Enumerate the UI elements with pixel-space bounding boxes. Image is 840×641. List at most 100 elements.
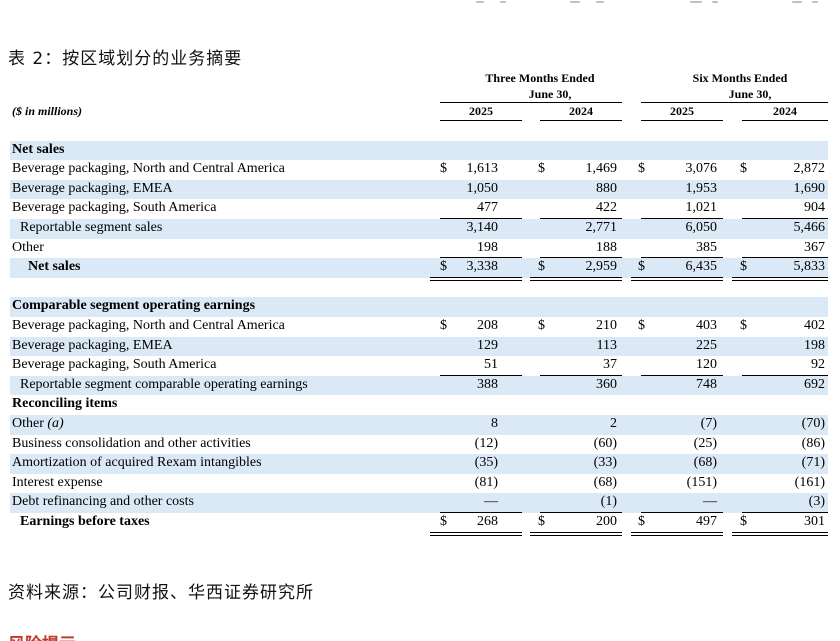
table-cell: 5,833 bbox=[793, 259, 826, 275]
table-cell: 3,140 bbox=[466, 220, 499, 235]
table-cell: 2,872 bbox=[793, 161, 826, 177]
table-cell: 402 bbox=[804, 318, 825, 333]
table-cell: (81) bbox=[474, 474, 498, 490]
year-6m-2025: 2025 bbox=[670, 104, 694, 118]
row-label: Business consolidation and other activit… bbox=[12, 435, 251, 451]
spacer-row bbox=[10, 278, 828, 298]
currency-symbol: $ bbox=[638, 318, 645, 333]
row-label: Reportable segment sales bbox=[20, 220, 163, 235]
source-note: 资料来源：公司财报、华西证券研究所 bbox=[8, 583, 314, 603]
row-label: Interest expense bbox=[12, 474, 103, 490]
currency-symbol: $ bbox=[638, 161, 645, 177]
table-cell: (68) bbox=[693, 455, 717, 471]
cropped-text-fragment bbox=[420, 0, 820, 6]
total-double-rule bbox=[430, 531, 522, 536]
row-label: Beverage packaging, EMEA bbox=[12, 337, 173, 353]
table-row: Debt refinancing and other costs — (1) — (3) bbox=[10, 493, 828, 513]
currency-symbol: $ bbox=[638, 259, 645, 275]
row-label: Debt refinancing and other costs bbox=[12, 494, 194, 510]
table-row: Other (a) 8 2 (7) (70) bbox=[10, 415, 828, 435]
header-three-months-line2: June 30, bbox=[528, 87, 572, 101]
table-caption: 表 2：按区域划分的业务摘要 bbox=[8, 49, 243, 69]
table-cell: 388 bbox=[477, 376, 498, 392]
table-row: Other 198 188 385 367 bbox=[10, 239, 828, 259]
section-header-row: Comparable segment operating earnings bbox=[10, 297, 828, 317]
table-cell: 200 bbox=[596, 514, 617, 529]
row-label: Beverage packaging, North and Central Am… bbox=[12, 318, 285, 333]
table-row: Net sales $3,338 $2,959 $6,435 $5,833 bbox=[10, 258, 828, 281]
table-cell: (12) bbox=[474, 435, 498, 451]
table-cell: (60) bbox=[593, 435, 617, 451]
currency-symbol: $ bbox=[638, 514, 645, 529]
table-cell: (1) bbox=[600, 494, 617, 510]
table-cell: 692 bbox=[804, 376, 825, 392]
table-row: Amortization of acquired Rexam intangibl… bbox=[10, 454, 828, 474]
table-cell: 2 bbox=[610, 416, 617, 431]
table-cell: (35) bbox=[474, 455, 498, 471]
table-row: Earnings before taxes $268 $200 $497 $301 bbox=[10, 513, 828, 536]
total-double-rule bbox=[732, 531, 828, 536]
section-header-row: Net sales bbox=[10, 140, 828, 161]
table-cell: 385 bbox=[696, 239, 717, 255]
next-section-heading-fragment: 风险提示 bbox=[8, 630, 76, 641]
table-cell: 360 bbox=[596, 376, 617, 392]
table-cell: 120 bbox=[696, 357, 717, 373]
currency-symbol: $ bbox=[740, 514, 747, 529]
table-cell: (71) bbox=[801, 455, 825, 471]
table-cell: 208 bbox=[477, 318, 498, 333]
year-3m-2024: 2024 bbox=[569, 104, 593, 118]
table-cell: 210 bbox=[596, 318, 617, 333]
row-label: Beverage packaging, North and Central Am… bbox=[12, 161, 285, 177]
table-cell: 403 bbox=[696, 318, 717, 333]
header-six-months: Six Months Ended June 30, bbox=[640, 70, 840, 102]
total-double-rule bbox=[530, 531, 622, 536]
spacer-row bbox=[10, 121, 828, 141]
total-double-rule bbox=[631, 531, 723, 536]
currency-symbol: $ bbox=[538, 318, 545, 333]
row-label: Reconciling items bbox=[12, 396, 118, 412]
table-row: Interest expense (81) (68) (151) (161) bbox=[10, 474, 828, 494]
units-label: ($ in millions) bbox=[12, 104, 83, 118]
currency-symbol: $ bbox=[740, 161, 747, 177]
table-cell: (86) bbox=[801, 435, 825, 451]
header-three-months-line1: Three Months Ended bbox=[485, 71, 595, 85]
table-cell: 51 bbox=[484, 357, 498, 373]
table-cell: 748 bbox=[696, 376, 717, 392]
row-label: Net sales bbox=[12, 141, 65, 157]
header-three-months: Three Months Ended June 30, bbox=[440, 70, 640, 102]
table-cell: 1,050 bbox=[466, 180, 499, 196]
table-cell: 904 bbox=[804, 200, 825, 216]
table-cell: (7) bbox=[700, 416, 717, 431]
row-label: Other (a) bbox=[12, 416, 64, 431]
table-cell: (151) bbox=[686, 474, 717, 490]
table-cell: (70) bbox=[801, 416, 825, 431]
row-label: Earnings before taxes bbox=[20, 514, 150, 529]
table-cell: 188 bbox=[596, 239, 617, 255]
currency-symbol: $ bbox=[740, 259, 747, 275]
table-cell: 1,690 bbox=[793, 180, 826, 196]
table-row: Beverage packaging, South America 477 422 1… bbox=[10, 199, 828, 219]
table-cell: 422 bbox=[596, 200, 617, 216]
row-label: Reportable segment comparable operating … bbox=[20, 376, 308, 392]
table-cell: 497 bbox=[696, 514, 717, 529]
table-cell: 198 bbox=[477, 239, 498, 255]
table-cell: 129 bbox=[477, 337, 498, 353]
table-cell: (33) bbox=[593, 455, 617, 471]
table-cell: (68) bbox=[593, 474, 617, 490]
table-cell: 1,469 bbox=[585, 161, 618, 177]
table-cell: 301 bbox=[804, 514, 825, 529]
table-cell: 113 bbox=[596, 337, 617, 353]
table-cell: — bbox=[703, 494, 717, 510]
row-label: Beverage packaging, South America bbox=[12, 200, 217, 216]
table-row: Reportable segment sales 3,140 2,771 6,050 5… bbox=[10, 219, 828, 239]
table-cell: 477 bbox=[477, 200, 498, 216]
table-row: Beverage packaging, North and Central Am… bbox=[10, 160, 828, 180]
table-cell: 92 bbox=[811, 357, 825, 373]
currency-symbol: $ bbox=[538, 514, 545, 529]
table-cell: 6,435 bbox=[685, 259, 718, 275]
header-rule-three-months bbox=[440, 102, 622, 103]
table-cell: (3) bbox=[808, 494, 825, 510]
year-6m-2024: 2024 bbox=[773, 104, 797, 118]
table-cell: (25) bbox=[693, 435, 717, 451]
table-cell: 1,613 bbox=[466, 161, 499, 177]
